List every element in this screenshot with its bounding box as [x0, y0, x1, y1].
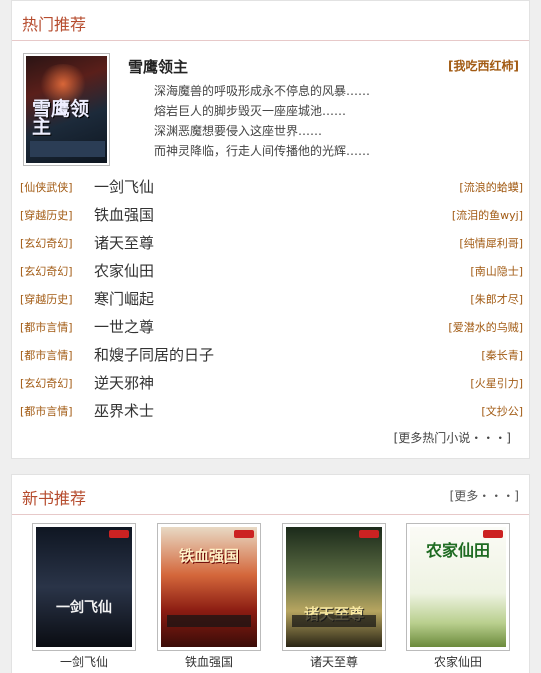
book-author-link[interactable]: [纯情犀利哥] [459, 235, 523, 251]
intro-line: 深渊恶魔想要侵入这座世界…… [154, 124, 323, 138]
list-item: [穿越历史] 寒门崛起 [朱郎才尽] [20, 285, 523, 313]
book-cover[interactable]: 一剑飞仙 [32, 523, 136, 651]
hot-recommend-panel: 热门推荐 雪鹰领主 雪鹰领主 [我吃西红柿] 深海魔兽的呼吸形成永不停息的风暴…… [11, 0, 530, 459]
book-cover[interactable]: 铁血强国 [157, 523, 261, 651]
list-item: [穿越历史] 铁血强国 [流泪的鱼wyj] [20, 201, 523, 229]
book-author-link[interactable]: [秦长青] [481, 347, 523, 363]
book-cover-image: 雪鹰领主 [26, 56, 107, 163]
intro-line: 深海魔兽的呼吸形成永不停息的风暴…… [154, 84, 371, 98]
genre-tag: [都市言情] [20, 321, 73, 334]
list-item: [玄幻奇幻] 农家仙田 [南山隐士] [20, 257, 523, 285]
cover-title: 铁血强国 [178, 547, 239, 565]
book-title-link[interactable]: 和嫂子同居的日子 [94, 344, 214, 365]
book-author-link[interactable]: [流浪的蛤蟆] [459, 179, 523, 195]
book-cover[interactable]: 农家仙田 [406, 523, 510, 651]
book-cover[interactable]: 诸天至尊 [282, 523, 386, 651]
list-item: [都市言情] 和嫂子同居的日子 [秦长青] [20, 341, 523, 369]
genre-tag: [玄幻奇幻] [20, 377, 73, 390]
cover-title: 农家仙田 [425, 541, 490, 560]
new-panel-title: 新书推荐 [22, 489, 87, 508]
book-title-link[interactable]: 一世之尊 [94, 316, 154, 337]
book-author-link[interactable]: [爱潜水的乌贼] [448, 319, 523, 335]
genre-tag: [都市言情] [20, 405, 73, 418]
new-book-title[interactable]: 诸天至尊 [282, 653, 386, 670]
book-author-link[interactable]: [火星引力] [470, 375, 523, 391]
hot-panel-header: 热门推荐 [12, 1, 529, 41]
featured-book-cover[interactable]: 雪鹰领主 [23, 53, 110, 166]
hot-book-list: [仙侠武侠] 一剑飞仙 [流浪的蛤蟆] [穿越历史] 铁血强国 [流泪的鱼wyj… [20, 173, 523, 425]
intro-line: 熔岩巨人的脚步毁灭一座座城池…… [154, 104, 347, 118]
list-item: [玄幻奇幻] 逆天邪神 [火星引力] [20, 369, 523, 397]
new-book-item[interactable]: 铁血强国 铁血强国 [157, 523, 261, 670]
cover-title: 一剑飞仙 [56, 600, 112, 616]
new-book-item[interactable]: 一剑飞仙 一剑飞仙 [32, 523, 136, 670]
book-title-link[interactable]: 诸天至尊 [94, 232, 154, 253]
list-item: [仙侠武侠] 一剑飞仙 [流浪的蛤蟆] [20, 173, 523, 201]
intro-line: 而神灵降临，行走人间传播他的光辉…… [154, 144, 371, 158]
featured-book-intro: 深海魔兽的呼吸形成永不停息的风暴…… 熔岩巨人的脚步毁灭一座座城池…… 深渊恶魔… [154, 81, 370, 161]
new-book-title[interactable]: 一剑飞仙 [32, 653, 136, 670]
list-item: [都市言情] 一世之尊 [爱潜水的乌贼] [20, 313, 523, 341]
featured-book-author[interactable]: [我吃西红柿] [448, 57, 519, 74]
new-book-title[interactable]: 铁血强国 [157, 653, 261, 670]
book-title-link[interactable]: 铁血强国 [94, 204, 154, 225]
new-books-panel: 新书推荐 [更多・・・] 一剑飞仙 一剑飞仙 铁血强国 铁血强国 诸天至尊 诸天… [11, 474, 530, 673]
genre-tag: [玄幻奇幻] [20, 265, 73, 278]
book-cover-image: 诸天至尊 [286, 527, 382, 647]
book-author-link[interactable]: [流泪的鱼wyj] [452, 207, 523, 223]
new-book-title[interactable]: 农家仙田 [406, 653, 510, 670]
list-item: [玄幻奇幻] 诸天至尊 [纯情犀利哥] [20, 229, 523, 257]
book-author-link[interactable]: [朱郎才尽] [470, 291, 523, 307]
new-book-item[interactable]: 诸天至尊 诸天至尊 [282, 523, 386, 670]
hot-panel-title: 热门推荐 [22, 15, 87, 34]
more-hot-novels-link[interactable]: [更多热门小说・・・] [394, 429, 511, 446]
book-title-link[interactable]: 寒门崛起 [94, 288, 154, 309]
book-cover-image: 一剑飞仙 [36, 527, 132, 647]
book-author-link[interactable]: [南山隐士] [470, 263, 523, 279]
book-author-link[interactable]: [文抄公] [481, 403, 523, 419]
book-cover-image: 铁血强国 [161, 527, 257, 647]
genre-tag: [穿越历史] [20, 209, 73, 222]
book-title-link[interactable]: 农家仙田 [94, 260, 154, 281]
new-panel-header: 新书推荐 [更多・・・] [12, 475, 529, 515]
featured-cover-title: 雪鹰领主 [32, 98, 90, 138]
more-new-books-link[interactable]: [更多・・・] [450, 487, 519, 504]
new-book-item[interactable]: 农家仙田 农家仙田 [406, 523, 510, 670]
genre-tag: [穿越历史] [20, 293, 73, 306]
list-item: [都市言情] 巫界术士 [文抄公] [20, 397, 523, 425]
book-cover-image: 农家仙田 [410, 527, 506, 647]
genre-tag: [都市言情] [20, 349, 73, 362]
genre-tag: [玄幻奇幻] [20, 237, 73, 250]
book-title-link[interactable]: 逆天邪神 [94, 372, 154, 393]
book-title-link[interactable]: 巫界术士 [94, 400, 154, 421]
book-title-link[interactable]: 一剑飞仙 [94, 176, 154, 197]
genre-tag: [仙侠武侠] [20, 181, 73, 194]
featured-book-title[interactable]: 雪鹰领主 [128, 56, 188, 77]
